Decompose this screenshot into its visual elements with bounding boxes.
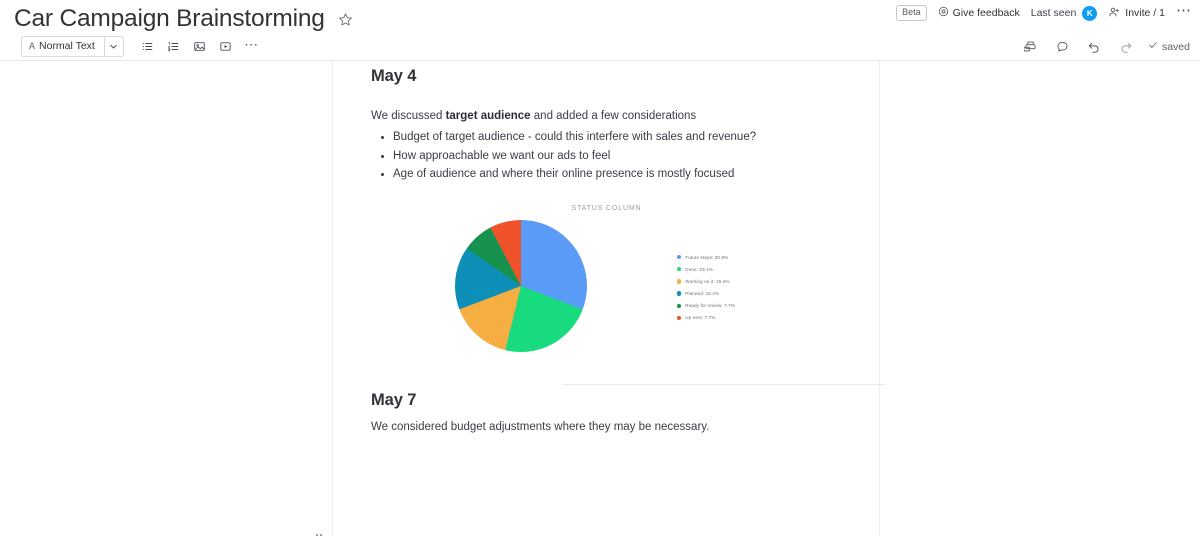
block-controls [300,531,322,536]
legend-item[interactable]: Done: 23.1% [677,263,735,275]
document-editor-app: Car Campaign Brainstorming Beta Give fee… [0,0,1200,536]
paragraph-text-before: We discussed [371,110,446,122]
pie-chart-area [371,219,671,352]
more-options-icon[interactable]: ⋯ [241,36,262,57]
list-item[interactable]: How approachable we want our ads to feel [393,147,842,166]
legend-color-swatch [677,291,682,296]
invite-label: Invite / 1 [1125,7,1165,19]
save-status: saved [1148,40,1190,53]
video-icon[interactable] [215,36,236,57]
image-icon[interactable] [189,36,210,57]
comment-icon[interactable] [1052,36,1073,57]
invite-button[interactable]: Invite / 1 [1108,6,1165,21]
star-outline-icon[interactable] [337,10,355,28]
left-margin-rail [0,61,333,536]
section-paragraph-may-4[interactable]: We discussed target audience and added a… [371,108,842,125]
legend-label: Ready for review: 7.7% [685,303,735,309]
header-actions: Beta Give feedback Last seen K Invite / … [896,3,1192,21]
numbered-list-icon[interactable] [163,36,184,57]
section-paragraph-may-7[interactable]: We considered budget adjustments where t… [371,419,842,436]
legend-color-swatch [677,267,682,272]
feedback-smiley-icon [938,6,949,20]
legend-label: Future steps: 30.8% [685,254,729,260]
legend-color-swatch [677,303,682,308]
legend-color-swatch [677,315,682,321]
give-feedback-button[interactable]: Give feedback [938,6,1020,20]
status-column-chart-widget[interactable]: STATUS COLUMN Future steps: 30.8% Done: 2… [371,205,842,375]
undo-icon[interactable] [1084,36,1105,57]
chart-title: STATUS COLUMN [571,204,642,212]
saved-label: saved [1161,40,1190,53]
caret-down-icon[interactable] [300,531,308,536]
section-heading-may-7[interactable]: May 7 [371,385,842,410]
legend-label: Working on it: 15.4% [685,278,730,284]
legend-color-swatch [677,254,682,260]
legend-item[interactable]: Ready for review: 7.7% [677,300,735,312]
paragraph-text-after: and added a few considerations [530,110,697,122]
print-icon[interactable] [1020,36,1041,57]
list-item[interactable]: Age of audience and where their online p… [393,165,842,184]
chart-row: Future steps: 30.8% Done: 23.1% Working on… [371,219,842,352]
more-horizontal-icon[interactable]: ⋯ [1176,3,1192,20]
toolbar-right-actions: saved [1020,32,1190,61]
list-item[interactable]: Budget of target audience - could this i… [393,128,842,147]
paragraph-text-bold: target audience [445,110,531,122]
redo-icon[interactable] [1116,36,1137,57]
person-add-icon [1108,6,1120,21]
pie-chart[interactable] [455,219,587,352]
beta-badge: Beta [896,5,927,21]
legend-item[interactable]: Up next: 7.7% [677,312,735,324]
last-seen-group[interactable]: Last seen K [1030,5,1098,21]
legend-label: Done: 23.1% [685,266,713,272]
right-margin-rail [879,61,1200,536]
chart-legend: Future steps: 30.8% Done: 23.1% Working on… [677,247,735,324]
bullet-list-may-4: Budget of target audience - could this i… [371,128,842,184]
last-seen-label: Last seen [1030,7,1077,19]
text-style-select[interactable]: A Normal Text [21,35,124,57]
legend-item[interactable]: Future steps: 30.8% [677,251,735,263]
bulleted-list-icon[interactable] [137,36,158,57]
text-style-value-wrap: A Normal Text [22,37,104,56]
legend-label: Up next: 7.7% [685,315,716,321]
give-feedback-label: Give feedback [952,7,1020,19]
editor-toolbar: A Normal Text ⋯ saved [0,32,1200,61]
legend-item[interactable]: Working on it: 15.4% [677,275,735,287]
avatar[interactable]: K [1082,5,1098,21]
check-icon [1148,40,1158,53]
chevron-down-icon[interactable] [103,36,123,56]
legend-item[interactable]: Planned: 15.4% [677,288,735,300]
page-title[interactable]: Car Campaign Brainstorming [14,4,325,34]
document-header: Car Campaign Brainstorming Beta Give fee… [0,0,1200,32]
toolbar-buttons: ⋯ [137,36,262,57]
section-heading-may-4[interactable]: May 4 [371,61,842,86]
text-style-glyph: A [29,41,36,51]
legend-label: Planned: 15.4% [685,291,720,297]
legend-color-swatch [677,279,682,284]
text-style-label: Normal Text [39,40,95,52]
editor-body: May 4 We discussed target audience and a… [0,61,1200,536]
document-page[interactable]: May 4 We discussed target audience and a… [334,61,885,536]
